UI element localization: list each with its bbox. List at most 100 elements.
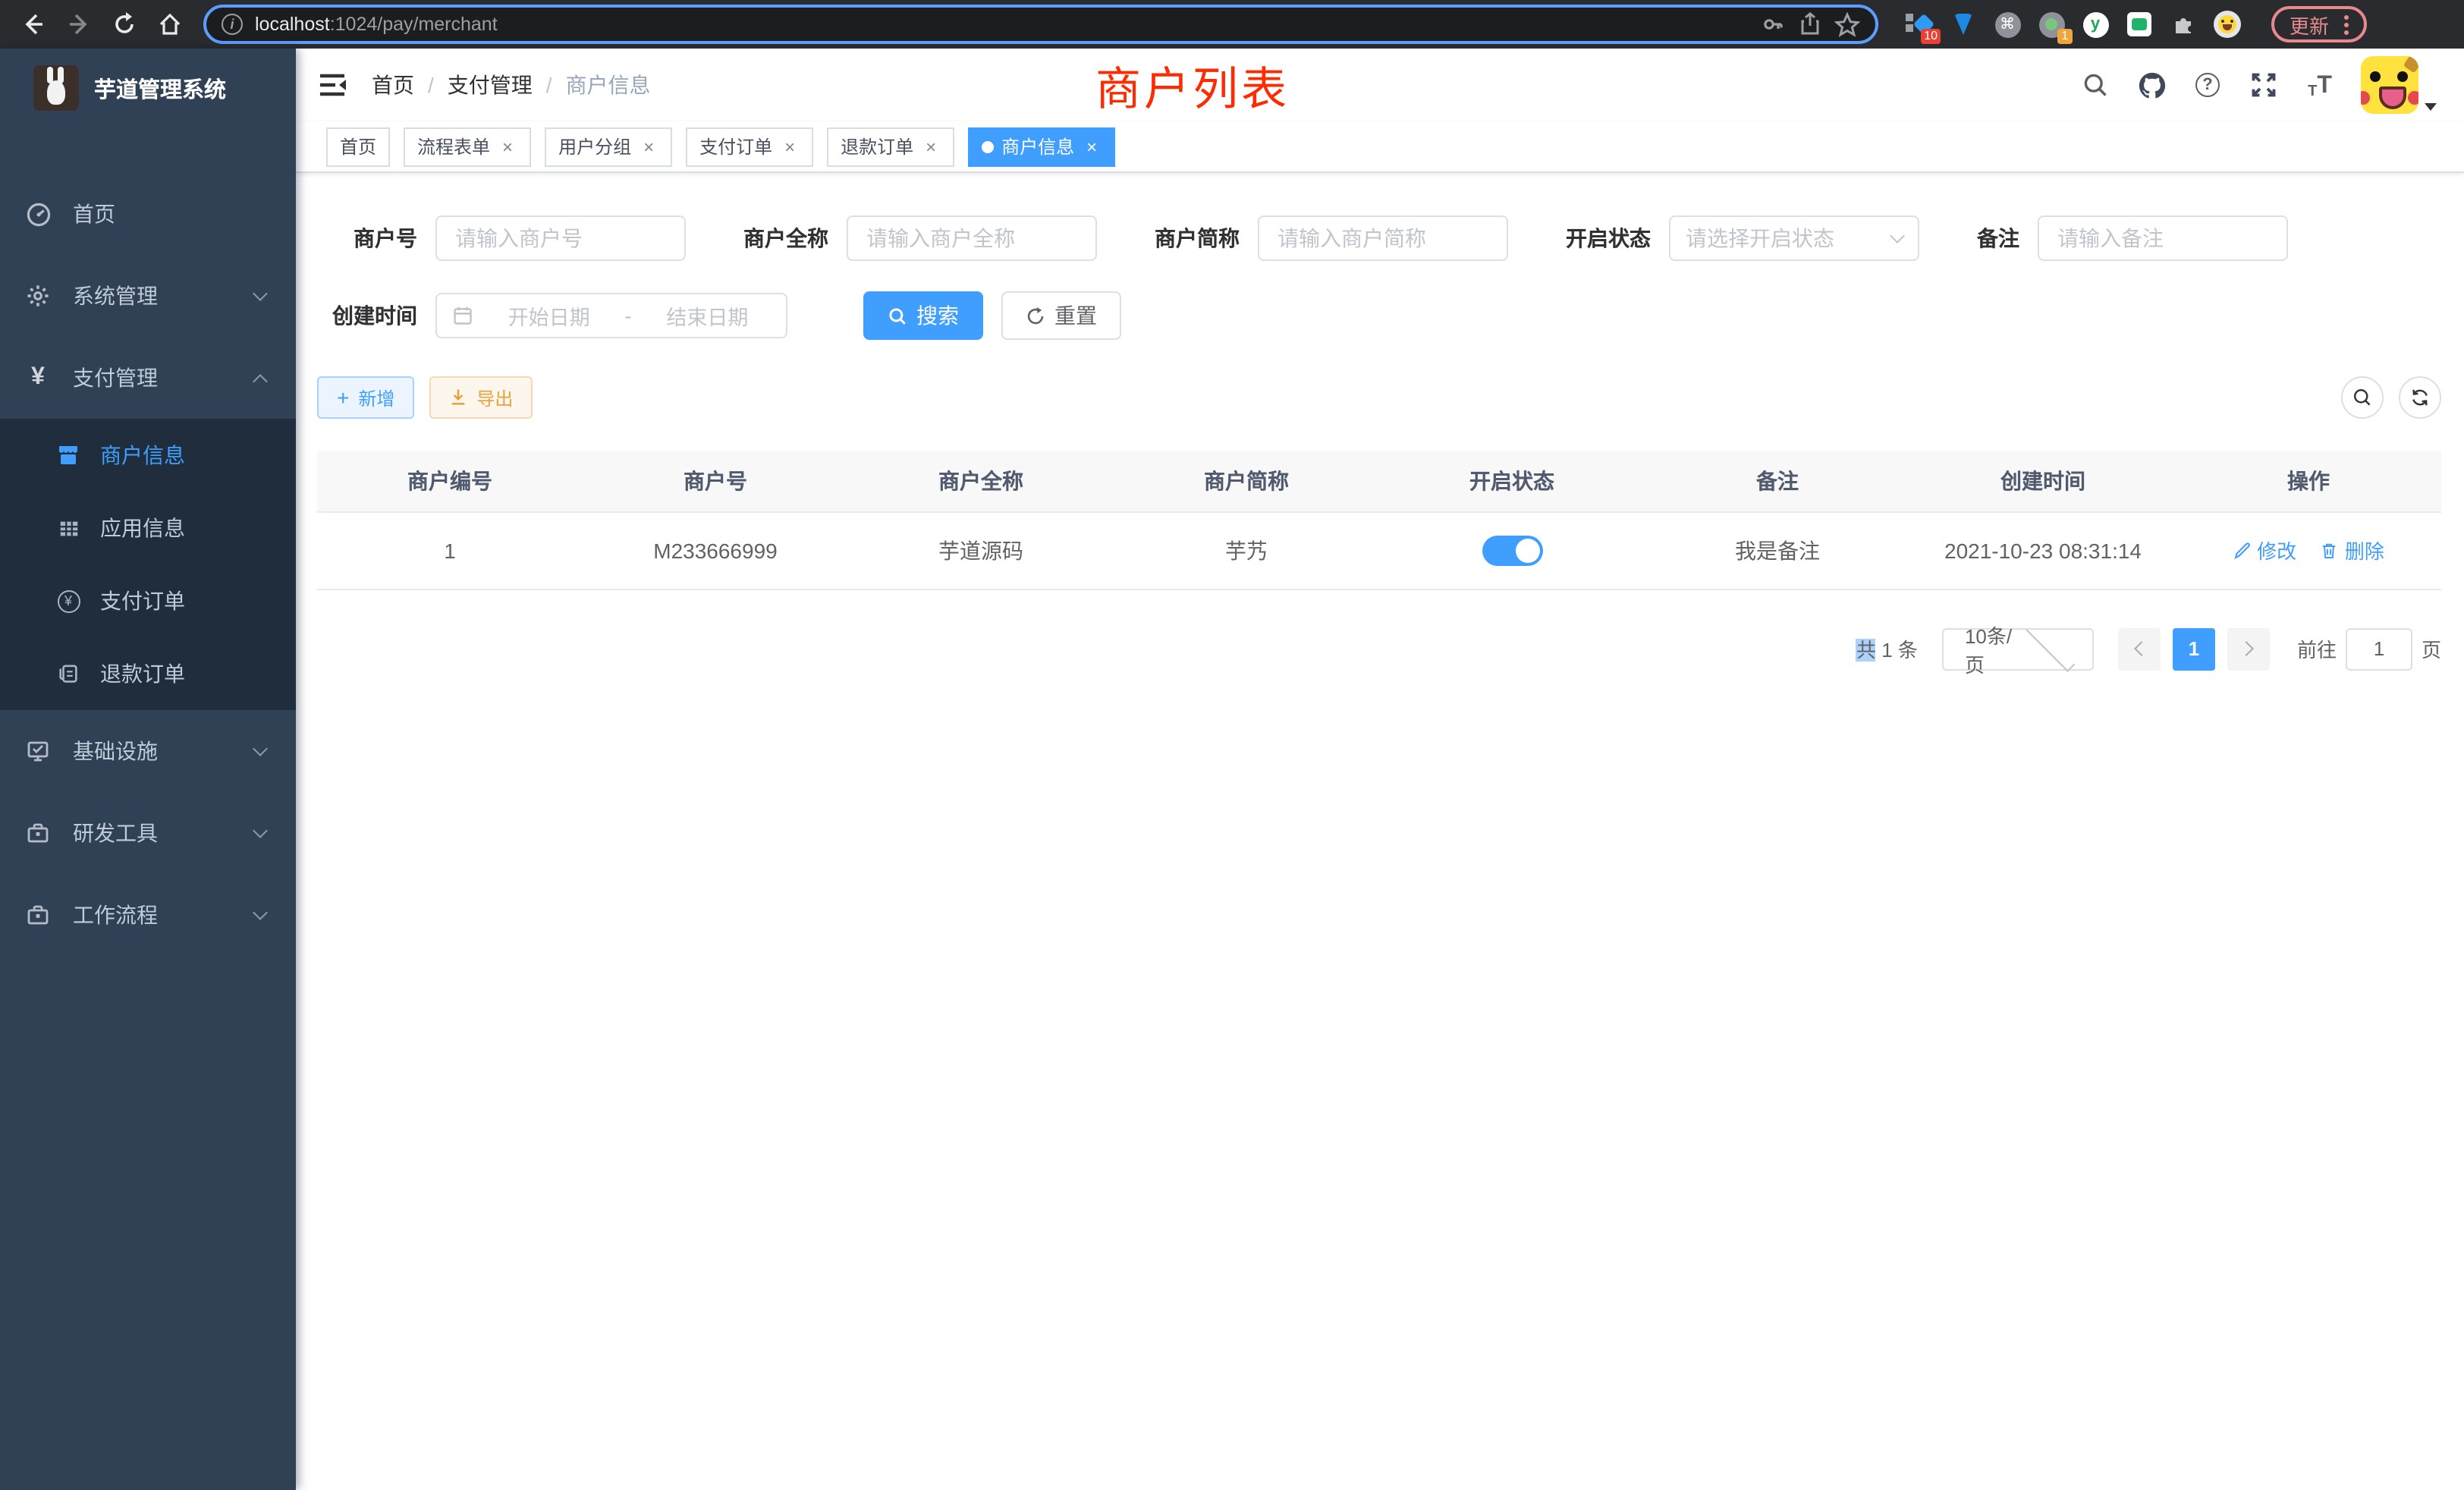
chevron-down-icon xyxy=(253,823,268,838)
search-button[interactable]: 搜索 xyxy=(863,291,983,340)
app-title: 芋道管理系统 xyxy=(94,72,226,104)
tag-home[interactable]: 首页 xyxy=(326,127,390,166)
chat-extension-icon[interactable] xyxy=(2126,11,2153,38)
breadcrumb-payment[interactable]: 支付管理 xyxy=(448,70,533,100)
close-icon[interactable]: × xyxy=(639,137,658,156)
fullscreen-icon[interactable] xyxy=(2249,70,2279,100)
dashboard-icon xyxy=(24,201,52,227)
sidebar-item-label: 商户信息 xyxy=(100,440,185,470)
tag-refund-order[interactable]: 退款订单× xyxy=(827,127,954,166)
browser-toolbar: i localhost:1024/pay/merchant 10 ⌘ 1 y xyxy=(0,0,2464,49)
help-icon[interactable]: ? xyxy=(2192,70,2223,100)
prev-page-button[interactable] xyxy=(2118,627,2161,670)
share-icon[interactable] xyxy=(1798,12,1822,36)
adblock-extension-icon[interactable]: 10 xyxy=(1906,11,1933,38)
delete-link[interactable]: 删除 xyxy=(2321,536,2384,564)
font-size-icon[interactable]: TT xyxy=(2305,70,2335,100)
download-icon xyxy=(449,388,467,407)
sidebar-item-label: 支付管理 xyxy=(73,363,158,393)
search-icon[interactable] xyxy=(2080,70,2110,100)
sidebar-item-infrastructure[interactable]: 基础设施 xyxy=(0,710,296,792)
store-icon xyxy=(55,443,82,467)
chevron-down-icon xyxy=(253,286,268,301)
sidebar-item-payment[interactable]: ¥ 支付管理 xyxy=(0,337,296,419)
sidebar-item-dev-tools[interactable]: 研发工具 xyxy=(0,792,296,874)
breadcrumb-current: 商户信息 xyxy=(566,70,651,100)
document-icon xyxy=(55,662,82,685)
y-extension-icon[interactable]: y xyxy=(2082,11,2109,38)
reset-button[interactable]: 重置 xyxy=(1001,291,1121,340)
github-icon[interactable] xyxy=(2136,70,2167,100)
merchant-table: 商户编号 商户号 商户全称 商户简称 开启状态 备注 创建时间 操作 1 xyxy=(317,451,2441,589)
command-extension-icon[interactable]: ⌘ xyxy=(1994,11,2021,38)
add-button[interactable]: + 新增 xyxy=(317,376,414,419)
tag-pay-order[interactable]: 支付订单× xyxy=(686,127,813,166)
create-time-range-picker[interactable]: 开始日期 - 结束日期 xyxy=(435,293,787,338)
sidebar-item-pay-order[interactable]: ¥ 支付订单 xyxy=(0,564,296,637)
bookmark-star-icon[interactable] xyxy=(1834,11,1860,37)
app-logo-row[interactable]: 芋道管理系统 xyxy=(0,49,296,127)
sidebar-item-merchant-info[interactable]: 商户信息 xyxy=(0,419,296,492)
user-avatar[interactable] xyxy=(2361,56,2437,114)
tag-user-group[interactable]: 用户分组× xyxy=(545,127,672,166)
sidebar-item-refund-order[interactable]: 退款订单 xyxy=(0,637,296,710)
end-date-placeholder: 结束日期 xyxy=(644,300,771,331)
filter-label: 开启状态 xyxy=(1566,223,1651,253)
browser-menu-icon[interactable] xyxy=(2344,14,2349,34)
remark-input[interactable] xyxy=(2038,215,2288,261)
tag-process-form[interactable]: 流程表单× xyxy=(404,127,531,166)
close-icon[interactable]: × xyxy=(498,137,517,156)
sidebar-collapse-icon[interactable] xyxy=(317,70,347,100)
sidebar-item-home[interactable]: 首页 xyxy=(0,173,296,255)
export-button[interactable]: 导出 xyxy=(429,376,533,419)
tag-merchant-info[interactable]: 商户信息× xyxy=(968,127,1115,166)
merchant-fullname-input[interactable] xyxy=(847,215,1097,261)
sidebar-item-system[interactable]: 系统管理 xyxy=(0,255,296,337)
sidebar-item-label: 基础设施 xyxy=(73,736,158,766)
close-icon[interactable]: × xyxy=(1082,137,1102,156)
red-annotation-title: 商户列表 xyxy=(1095,52,1290,118)
sidebar: 芋道管理系统 首页 系统管理 ¥ 支付管 xyxy=(0,49,296,1490)
browser-back-button[interactable] xyxy=(15,6,52,42)
chrome-update-button[interactable]: 更新 xyxy=(2271,6,2367,42)
url-text: localhost:1024/pay/merchant xyxy=(255,14,1749,35)
status-toggle[interactable] xyxy=(1482,535,1542,565)
sidebar-item-workflow[interactable]: 工作流程 xyxy=(0,874,296,956)
puzzle-extensions-menu-icon[interactable] xyxy=(2170,11,2197,38)
address-bar[interactable]: i localhost:1024/pay/merchant xyxy=(203,5,1878,44)
refresh-table-button[interactable] xyxy=(2399,376,2441,419)
close-icon[interactable]: × xyxy=(780,137,800,156)
profile-avatar-icon[interactable] xyxy=(2214,11,2241,38)
browser-home-button[interactable] xyxy=(152,6,188,42)
table-row: 1 M233666999 芋道源码 芋艿 我是备注 2021-10-23 08:… xyxy=(317,511,2441,589)
browser-forward-button[interactable] xyxy=(61,6,97,42)
page-1-button[interactable]: 1 xyxy=(2173,627,2215,670)
site-info-icon[interactable]: i xyxy=(222,14,243,35)
close-icon[interactable]: × xyxy=(921,137,941,156)
merchant-shortname-input[interactable] xyxy=(1258,215,1508,261)
breadcrumb-home[interactable]: 首页 xyxy=(372,70,414,100)
yen-circle-icon: ¥ xyxy=(55,589,82,612)
avatar-caret-icon xyxy=(2425,103,2437,111)
browser-reload-button[interactable] xyxy=(106,6,143,42)
refresh-icon xyxy=(2409,387,2431,408)
edit-link[interactable]: 修改 xyxy=(2233,536,2296,564)
filter-label: 商户简称 xyxy=(1155,223,1240,253)
tags-view-bar: 首页 流程表单× 用户分组× 支付订单× 退款订单× 商户信息× xyxy=(296,121,2464,173)
refresh-icon xyxy=(1026,306,1045,325)
kite-extension-icon[interactable] xyxy=(1950,11,1977,38)
session-extension-icon[interactable]: 1 xyxy=(2038,11,2065,38)
page-size-select[interactable]: 10条/页 xyxy=(1942,627,2094,670)
cell-short-name: 芋艿 xyxy=(1114,511,1379,589)
goto-page-input[interactable] xyxy=(2346,627,2412,670)
status-select[interactable]: 请选择开启状态 xyxy=(1669,215,1919,261)
next-page-button[interactable] xyxy=(2227,627,2270,670)
merchant-no-input[interactable] xyxy=(435,215,686,261)
cell-merchant-id: 1 xyxy=(317,511,583,589)
sidebar-item-label: 退款订单 xyxy=(100,659,185,689)
chevron-down-icon xyxy=(2026,622,2075,671)
toggle-search-button[interactable] xyxy=(2341,376,2384,419)
sidebar-item-app-info[interactable]: 应用信息 xyxy=(0,492,296,564)
chevron-left-icon xyxy=(2134,641,2149,656)
key-icon[interactable] xyxy=(1762,12,1786,36)
